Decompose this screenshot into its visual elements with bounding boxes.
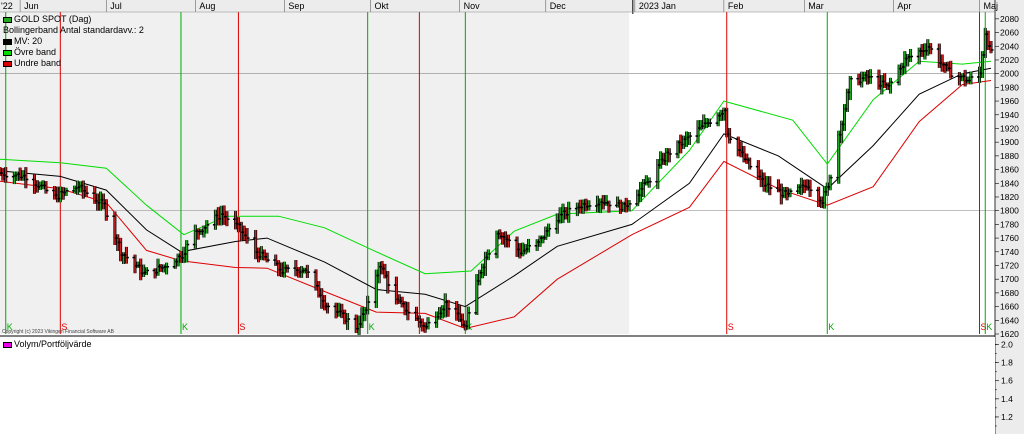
upper-band-swatch-icon [3, 49, 12, 56]
y-tick-label: 1780 [1000, 219, 1019, 229]
x-tick-label: Sep [288, 1, 304, 11]
signal-label: S [239, 322, 245, 332]
indicator-label: Bollingerband Antal standardavv.: 2 [3, 25, 144, 35]
x-tick-label: Jun [24, 1, 39, 11]
volume-y-tick-label: 1.8 [1001, 358, 1013, 368]
instrument-swatch-icon [3, 16, 12, 23]
volume-y-tick-label: 1.2 [1001, 412, 1013, 422]
axis-background [995, 0, 1024, 434]
y-tick-label: 1920 [1000, 123, 1019, 133]
legend-item-lower[interactable]: Undre band [3, 58, 144, 69]
signal-label: S [728, 322, 734, 332]
x-tick-label: 2023 Jan [639, 1, 676, 11]
y-tick-label: 1680 [1000, 288, 1019, 298]
y-tick-label: 1740 [1000, 247, 1019, 257]
x-tick-label: Apr [897, 1, 911, 11]
volume-legend[interactable]: Volym/Portföljvärde [3, 339, 92, 350]
y-tick-label: 1880 [1000, 151, 1019, 161]
y-tick-label: 1800 [1000, 206, 1019, 216]
y-tick-label: 2060 [1000, 28, 1019, 38]
y-tick-label: 2080 [1000, 14, 1019, 24]
legend-item-mv[interactable]: MV: 20 [3, 36, 144, 47]
x-tick-label: Aug [199, 1, 215, 11]
x-tick-label: Feb [728, 1, 744, 11]
x-tick-label: Maj [984, 1, 999, 11]
xaxis-background [0, 0, 995, 12]
chart-canvas[interactable]: KSKSKSKSKSK 1620164016601680170017201740… [0, 0, 1024, 435]
x-tick-label: Nov [464, 1, 481, 11]
volume-y-tick-label: 1.4 [1001, 394, 1013, 404]
y-tick-label: 1620 [1000, 329, 1019, 339]
x-tick-label: Okt [375, 1, 390, 11]
lower-band-swatch-icon [3, 60, 12, 67]
mv-swatch-icon [3, 38, 12, 45]
y-tick-label: 2020 [1000, 55, 1019, 65]
y-tick-label: 1640 [1000, 315, 1019, 325]
signal-label: K [828, 322, 834, 332]
legend-item-upper[interactable]: Övre band [3, 47, 144, 58]
y-tick-label: 1940 [1000, 110, 1019, 120]
copyright-text: Copyright (c) 2023 Vikingen Financial So… [2, 329, 114, 335]
legend-item-instrument[interactable]: GOLD SPOT (Dag) [3, 14, 144, 25]
volume-panel: 2.0 1.8 1.6 1.4 1.2 [0, 335, 1013, 435]
y-tick-label: 1840 [1000, 178, 1019, 188]
x-tick-label: Dec [550, 1, 567, 11]
chart-window: KSKSKSKSKSK 1620164016601680170017201740… [0, 0, 1024, 435]
y-tick-label: 1900 [1000, 137, 1019, 147]
y-tick-label: 1960 [1000, 96, 1019, 106]
volume-y-tick-label: 2.0 [1001, 340, 1013, 350]
volume-swatch-icon [3, 341, 12, 348]
signal-label: K [986, 322, 992, 332]
signal-label: K [369, 322, 375, 332]
y-tick-label: 2040 [1000, 41, 1019, 51]
y-tick-label: 1660 [1000, 302, 1019, 312]
x-tick-label: '22 [1, 1, 13, 11]
y-tick-label: 1760 [1000, 233, 1019, 243]
volume-background [0, 337, 995, 435]
y-tick-label: 1720 [1000, 260, 1019, 270]
y-tick-label: 1860 [1000, 165, 1019, 175]
price-legend: GOLD SPOT (Dag) Bollingerband Antal stan… [3, 14, 144, 69]
x-tick-label: Mar [808, 1, 824, 11]
x-tick-label: Jul [110, 1, 122, 11]
y-tick-label: 1700 [1000, 274, 1019, 284]
volume-y-tick-label: 1.6 [1001, 376, 1013, 386]
y-tick-label: 1820 [1000, 192, 1019, 202]
signal-label: K [182, 322, 188, 332]
y-tick-label: 2000 [1000, 69, 1019, 79]
y-tick-label: 1980 [1000, 82, 1019, 92]
